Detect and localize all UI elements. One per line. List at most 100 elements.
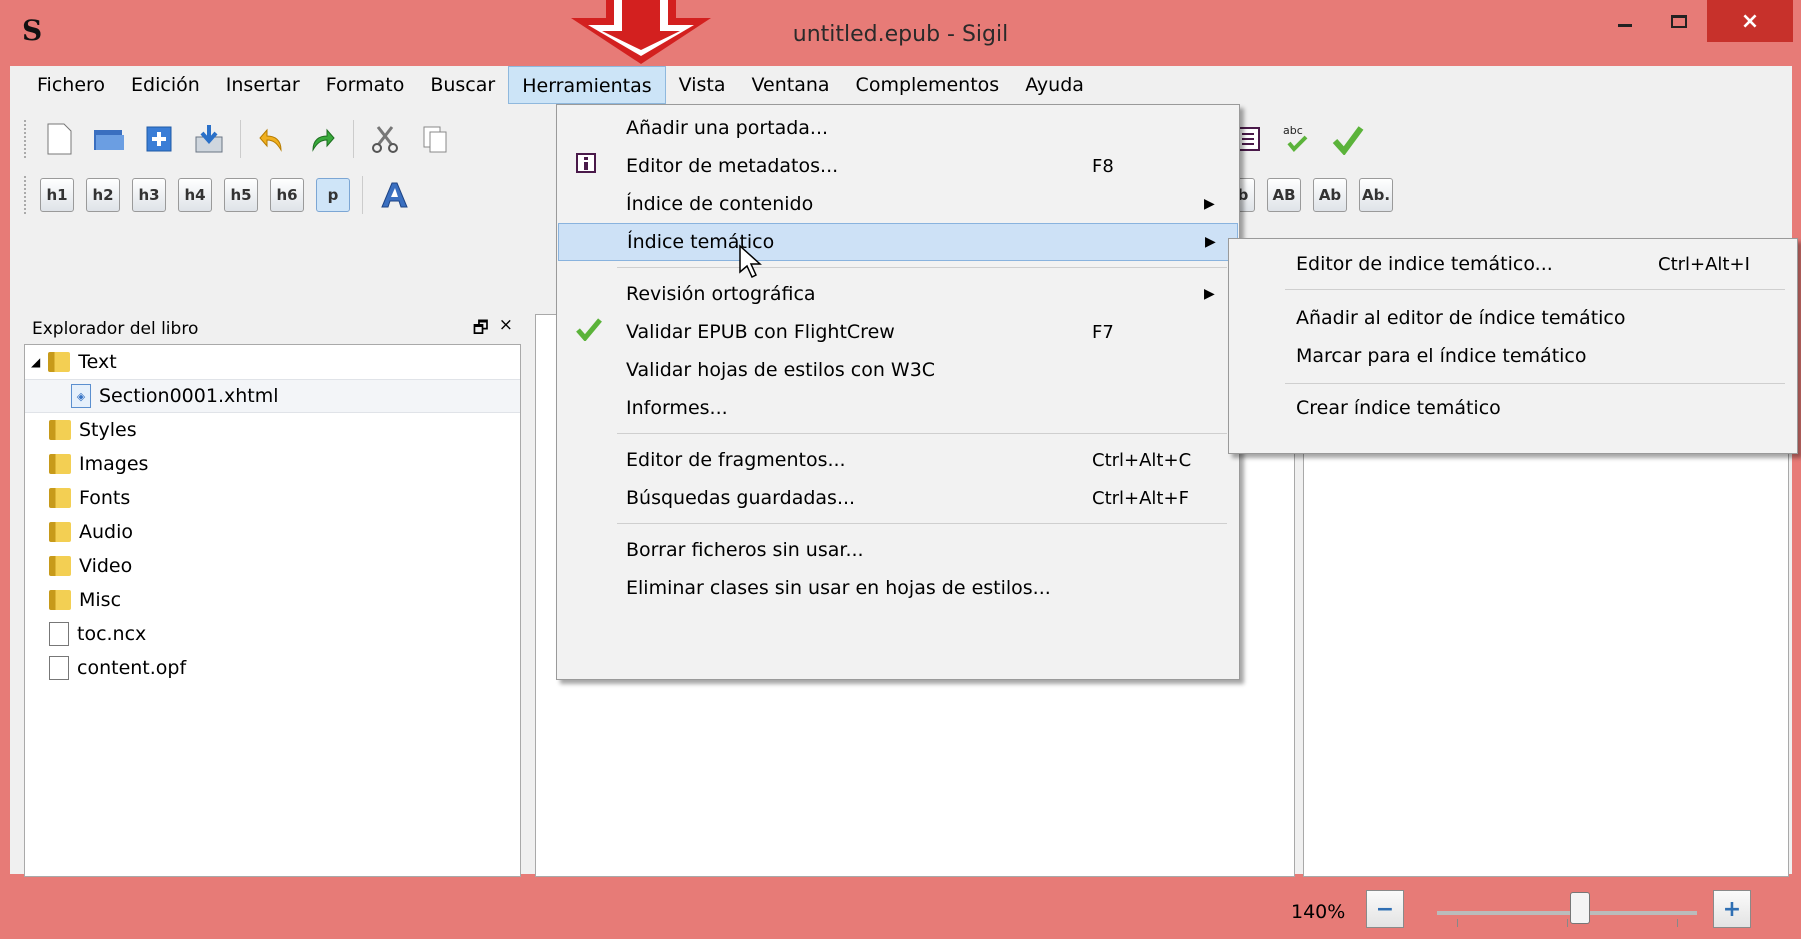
close-panel-icon[interactable]: × (499, 315, 513, 344)
tree-folder-text[interactable]: ◢ Text (25, 345, 520, 379)
menu-ayuda[interactable]: Ayuda (1012, 66, 1097, 104)
folder-icon (48, 352, 71, 372)
svg-text:abc: abc (1283, 124, 1303, 137)
validate-icon[interactable] (1329, 120, 1367, 158)
toolbar-grip[interactable] (24, 176, 28, 214)
heading-1-button[interactable]: h1 (40, 178, 74, 212)
format-toolbar: h1 h2 h3 h4 h5 h6 p (24, 168, 413, 222)
titlecase-button[interactable]: Ab (1313, 178, 1347, 212)
index-submenu: Editor de indice temático... Ctrl+Alt+I A… (1228, 238, 1798, 454)
cut-icon[interactable] (366, 120, 404, 158)
book-browser-tree: ◢ Text ◈ Section0001.xhtml Styles Images… (24, 344, 521, 877)
menu-add-to-index[interactable]: Añadir al editor de índice temático (1230, 299, 1796, 337)
redo-icon[interactable] (303, 120, 341, 158)
uppercase-button[interactable]: AB (1267, 178, 1301, 212)
copy-icon[interactable] (416, 120, 454, 158)
expand-arrow-icon[interactable]: ◢ (31, 355, 40, 369)
tree-file-section0001[interactable]: ◈ Section0001.xhtml (25, 379, 520, 413)
menu-complementos[interactable]: Complementos (843, 66, 1013, 104)
tree-folder-styles[interactable]: Styles (25, 413, 520, 447)
heading-3-button[interactable]: h3 (132, 178, 166, 212)
new-file-icon[interactable] (40, 120, 78, 158)
menu-index-editor[interactable]: Editor de indice temático... Ctrl+Alt+I (1230, 245, 1796, 283)
tree-folder-audio[interactable]: Audio (25, 515, 520, 549)
menu-saved-searches[interactable]: Búsquedas guardadas... Ctrl+Alt+F (558, 479, 1238, 517)
undo-icon[interactable] (253, 120, 291, 158)
folder-icon (49, 556, 71, 576)
submenu-arrow-icon: ▶ (1204, 286, 1215, 302)
tree-file-content-opf[interactable]: content.opf (25, 651, 520, 685)
menu-buscar[interactable]: Buscar (417, 66, 508, 104)
zoom-out-button[interactable]: − (1366, 890, 1404, 928)
tree-folder-fonts[interactable]: Fonts (25, 481, 520, 515)
heading-6-button[interactable]: h6 (270, 178, 304, 212)
close-button[interactable]: × (1707, 0, 1793, 42)
menu-bar: Fichero Edición Insertar Formato Buscar … (10, 66, 1792, 104)
toolbar-grip[interactable] (24, 120, 28, 158)
main-toolbar (24, 112, 454, 166)
menu-delete-unused-classes[interactable]: Eliminar clases sin usar en hojas de est… (558, 569, 1238, 607)
submenu-arrow-icon: ▶ (1204, 196, 1215, 212)
open-folder-icon[interactable] (90, 120, 128, 158)
tree-folder-images[interactable]: Images (25, 447, 520, 481)
menu-index[interactable]: Índice temático ▶ (558, 223, 1238, 261)
paragraph-button[interactable]: p (316, 178, 350, 212)
menu-edicion[interactable]: Edición (118, 66, 213, 104)
window-title: untitled.epub - Sigil (792, 22, 1009, 47)
title-bar: S untitled.epub - Sigil × (0, 0, 1801, 66)
heading-5-button[interactable]: h5 (224, 178, 258, 212)
text-style-icon[interactable] (375, 176, 413, 214)
heading-4-button[interactable]: h4 (178, 178, 212, 212)
menu-toc[interactable]: Índice de contenido ▶ (558, 185, 1238, 223)
zoom-slider[interactable] (1437, 911, 1697, 915)
spellcheck-icon[interactable]: abc (1279, 120, 1317, 158)
folder-icon (49, 420, 71, 440)
maximize-button[interactable] (1651, 0, 1707, 42)
folder-icon (49, 590, 71, 610)
folder-icon (49, 522, 71, 542)
down-arrow-annotation-icon (571, 0, 711, 64)
menu-create-index[interactable]: Crear índice temático (1230, 389, 1796, 427)
menu-metadata-editor[interactable]: Editor de metadatos... F8 (558, 147, 1238, 185)
tree-folder-video[interactable]: Video (25, 549, 520, 583)
menu-vista[interactable]: Vista (666, 66, 739, 104)
minimize-button[interactable] (1599, 0, 1651, 42)
heading-2-button[interactable]: h2 (86, 178, 120, 212)
zoom-slider-thumb[interactable] (1570, 892, 1590, 924)
menu-validate-epub[interactable]: Validar EPUB con FlightCrew F7 (558, 313, 1238, 351)
zoom-in-button[interactable]: + (1713, 890, 1751, 928)
float-panel-icon[interactable]: 🗗 (473, 315, 489, 344)
menu-insertar[interactable]: Insertar (213, 66, 313, 104)
menu-spellcheck[interactable]: Revisión ortográfica ▶ (558, 275, 1238, 313)
menu-ventana[interactable]: Ventana (739, 66, 843, 104)
menu-add-cover[interactable]: Añadir una portada... (558, 109, 1238, 147)
check-icon (576, 317, 602, 347)
menu-reports[interactable]: Informes... (558, 389, 1238, 427)
folder-icon (49, 454, 71, 474)
add-icon[interactable] (140, 120, 178, 158)
menu-validate-css[interactable]: Validar hojas de estilos con W3C (558, 351, 1238, 389)
menu-mark-for-index[interactable]: Marcar para el índice temático (1230, 337, 1796, 375)
status-bar: 140% − + (10, 877, 1792, 939)
tree-file-toc[interactable]: toc.ncx (25, 617, 520, 651)
minimize-icon (1618, 23, 1632, 27)
menu-herramientas[interactable]: Herramientas (508, 66, 666, 104)
save-icon[interactable] (190, 120, 228, 158)
maximize-icon (1671, 14, 1687, 28)
sentencecase-button[interactable]: Ab. (1359, 178, 1393, 212)
book-browser-title: Explorador del libro (32, 319, 199, 339)
menu-clip-editor[interactable]: Editor de fragmentos... Ctrl+Alt+C (558, 441, 1238, 479)
menu-delete-unused-files[interactable]: Borrar ficheros sin usar... (558, 531, 1238, 569)
menu-formato[interactable]: Formato (313, 66, 418, 104)
xhtml-file-icon: ◈ (71, 384, 91, 408)
zoom-level: 140% (1291, 901, 1346, 923)
folder-icon (49, 488, 71, 508)
menu-fichero[interactable]: Fichero (24, 66, 118, 104)
tools-dropdown-menu: Añadir una portada... Editor de metadato… (556, 104, 1240, 680)
book-browser-header: Explorador del libro 🗗 × (24, 314, 521, 344)
file-icon (49, 622, 69, 646)
file-icon (49, 656, 69, 680)
submenu-arrow-icon: ▶ (1205, 234, 1216, 250)
metadata-icon (576, 153, 596, 179)
tree-folder-misc[interactable]: Misc (25, 583, 520, 617)
